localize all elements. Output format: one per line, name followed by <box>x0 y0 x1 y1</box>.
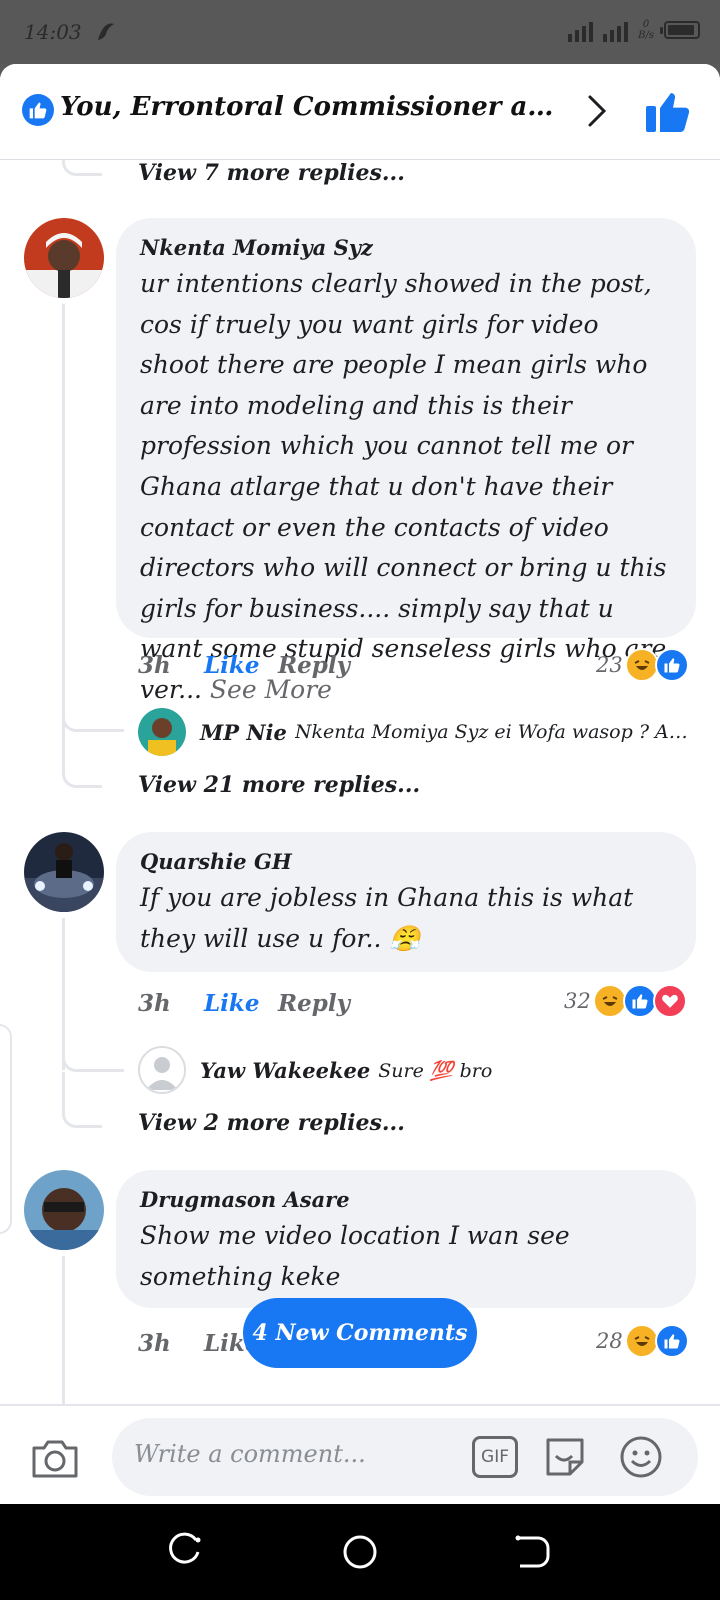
thread-line <box>62 1256 65 1404</box>
camera-icon[interactable] <box>30 1438 80 1480</box>
gif-button[interactable]: GIF <box>472 1436 518 1478</box>
thread-connector <box>62 1020 124 1072</box>
reactions-summary[interactable]: You, Errontoral Commissioner and 3.8K ot… <box>60 92 570 122</box>
reaction-summary[interactable]: 28 <box>596 1324 689 1358</box>
comment-body: If you are jobless in Ghana this is what… <box>140 883 634 953</box>
comment-emoji: 😤 <box>389 923 421 953</box>
app-notification-icon <box>98 23 114 40</box>
haha-icon <box>624 648 659 682</box>
avatar[interactable] <box>24 1170 104 1250</box>
emoji-icon[interactable] <box>618 1434 664 1480</box>
view-more-replies-link[interactable]: View 2 more replies... <box>138 1110 405 1136</box>
side-edge-handle[interactable] <box>0 1024 12 1234</box>
reply-avatar[interactable] <box>138 1046 186 1094</box>
comment-time: 3h <box>138 652 171 679</box>
comment-bubble[interactable]: Nkenta Momiya Syz ur intentions clearly … <box>116 218 696 704</box>
reply-button[interactable]: Reply <box>278 652 350 679</box>
network-speed-value: 0 <box>642 19 650 30</box>
comment-input[interactable]: Write a comment... GIF <box>112 1418 698 1496</box>
reaction-summary[interactable]: 32 <box>564 984 687 1018</box>
comment-bubble[interactable]: Drugmason Asare Show me video location I… <box>116 1170 696 1308</box>
recent-apps-icon[interactable] <box>166 1532 206 1572</box>
like-button[interactable]: Like <box>204 652 259 679</box>
thread-line <box>62 304 65 734</box>
reply-text: Nkenta Momiya Syz ei Wofa wasop ? Abo... <box>294 721 694 743</box>
comment-text: ur intentions clearly showed in the post… <box>140 264 672 711</box>
view-more-replies-link[interactable]: View 21 more replies... <box>138 772 420 798</box>
reply-preview[interactable]: MP Nie Nkenta Momiya Syz ei Wofa wasop ?… <box>138 708 694 756</box>
sticker-icon[interactable] <box>542 1434 588 1480</box>
reply-emoji: 💯 <box>429 1059 454 1082</box>
reply-body: Sure <box>378 1059 424 1082</box>
comment-body: ur intentions clearly showed in the post… <box>140 269 667 704</box>
system-nav-bar <box>0 1504 720 1600</box>
comment-author[interactable]: Drugmason Asare <box>140 1184 672 1216</box>
thread-connector <box>62 1072 102 1128</box>
chevron-right-icon[interactable] <box>582 94 612 128</box>
reaction-count: 23 <box>596 653 623 677</box>
reactions-header[interactable]: You, Errontoral Commissioner and 3.8K ot… <box>0 64 720 160</box>
network-speed: 0 B/s <box>638 19 654 41</box>
thread-connector <box>62 734 102 788</box>
like-icon <box>654 1324 689 1358</box>
reaction-count: 32 <box>564 989 591 1013</box>
comment-author[interactable]: Quarshie GH <box>140 846 672 878</box>
comment-text: If you are jobless in Ghana this is what… <box>140 878 672 959</box>
home-icon[interactable] <box>340 1532 380 1572</box>
comment-author[interactable]: Nkenta Momiya Syz <box>140 232 672 264</box>
thread-connector <box>62 680 124 732</box>
love-icon <box>652 984 687 1018</box>
reaction-summary[interactable]: 23 <box>596 648 689 682</box>
battery-icon <box>660 21 700 39</box>
reply-author[interactable]: Yaw Wakeekee <box>200 1058 370 1083</box>
reply-button[interactable]: Reply <box>278 990 350 1017</box>
like-icon <box>654 648 689 682</box>
reply-body-after: bro <box>459 1059 493 1082</box>
reply-preview[interactable]: Yaw Wakeekee Sure 💯 bro <box>138 1046 694 1094</box>
thumbs-up-icon[interactable] <box>644 86 692 134</box>
thread-connector <box>62 160 102 176</box>
avatar[interactable] <box>24 218 104 298</box>
reply-author[interactable]: MP Nie <box>200 720 287 745</box>
back-icon[interactable] <box>512 1532 552 1572</box>
comment-bubble[interactable]: Quarshie GH If you are jobless in Ghana … <box>116 832 696 972</box>
status-time: 14:03 <box>24 20 82 44</box>
status-indicators: 0 B/s <box>568 18 700 42</box>
like-reaction-icon <box>22 94 54 126</box>
reply-text: Sure 💯 bro <box>378 1059 492 1082</box>
haha-icon <box>592 984 627 1018</box>
haha-icon <box>624 1324 659 1358</box>
like-button[interactable]: Like <box>204 990 259 1017</box>
comment-composer: Write a comment... GIF <box>0 1404 720 1504</box>
new-comments-button[interactable]: 4 New Comments <box>243 1298 477 1368</box>
signal-icon-2 <box>603 18 629 42</box>
comments-sheet: You, Errontoral Commissioner and 3.8K ot… <box>0 64 720 1504</box>
network-speed-unit: B/s <box>638 30 654 41</box>
reply-avatar[interactable] <box>138 708 186 756</box>
comment-input-placeholder: Write a comment... <box>134 1440 366 1468</box>
like-icon <box>622 984 657 1018</box>
comment-text: Show me video location I wan see somethi… <box>140 1221 570 1291</box>
comment-time: 3h <box>138 990 171 1017</box>
signal-icon <box>568 18 594 42</box>
status-bar: 14:03 0 B/s <box>0 0 720 64</box>
comment-time: 3h <box>138 1330 171 1357</box>
comments-feed[interactable]: View 7 more replies... Nkenta Momiya Syz… <box>0 160 720 1404</box>
reaction-count: 28 <box>596 1329 623 1353</box>
avatar[interactable] <box>24 832 104 912</box>
view-more-replies-link[interactable]: View 7 more replies... <box>138 160 405 186</box>
